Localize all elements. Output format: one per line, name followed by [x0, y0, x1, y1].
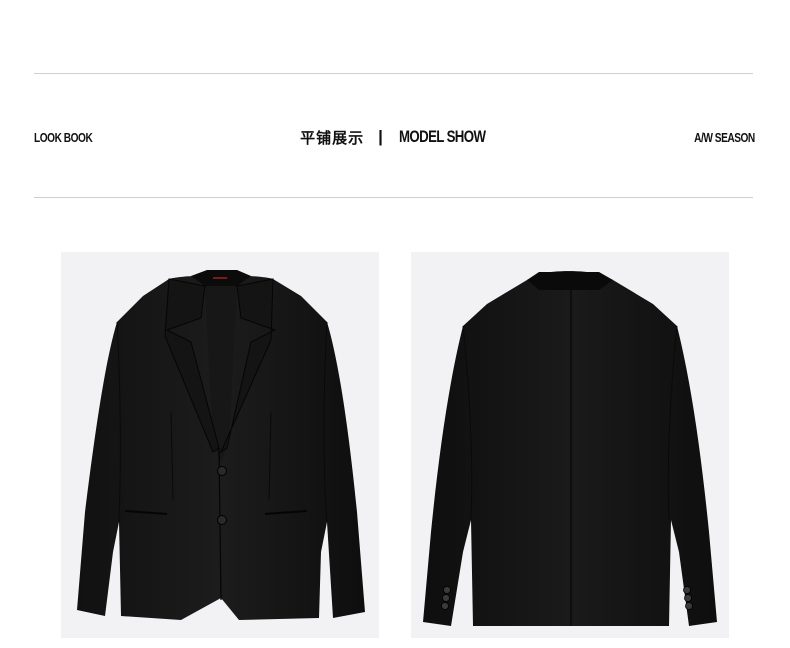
title-english: MODEL SHOW — [398, 127, 486, 146]
section-header: LOOK BOOK 平铺展示 | MODEL SHOW A/W SEASON — [34, 125, 755, 149]
section-title: 平铺展示 | MODEL SHOW — [34, 125, 755, 149]
bottom-divider — [34, 197, 753, 198]
blazer-front-image — [61, 252, 379, 638]
season-label: A/W SEASON — [694, 129, 755, 145]
look-book-label: LOOK BOOK — [34, 129, 93, 145]
blazer-back-image — [411, 252, 729, 638]
top-divider — [34, 73, 753, 74]
title-chinese: 平铺展示 — [300, 128, 365, 147]
title-separator: | — [378, 127, 383, 146]
